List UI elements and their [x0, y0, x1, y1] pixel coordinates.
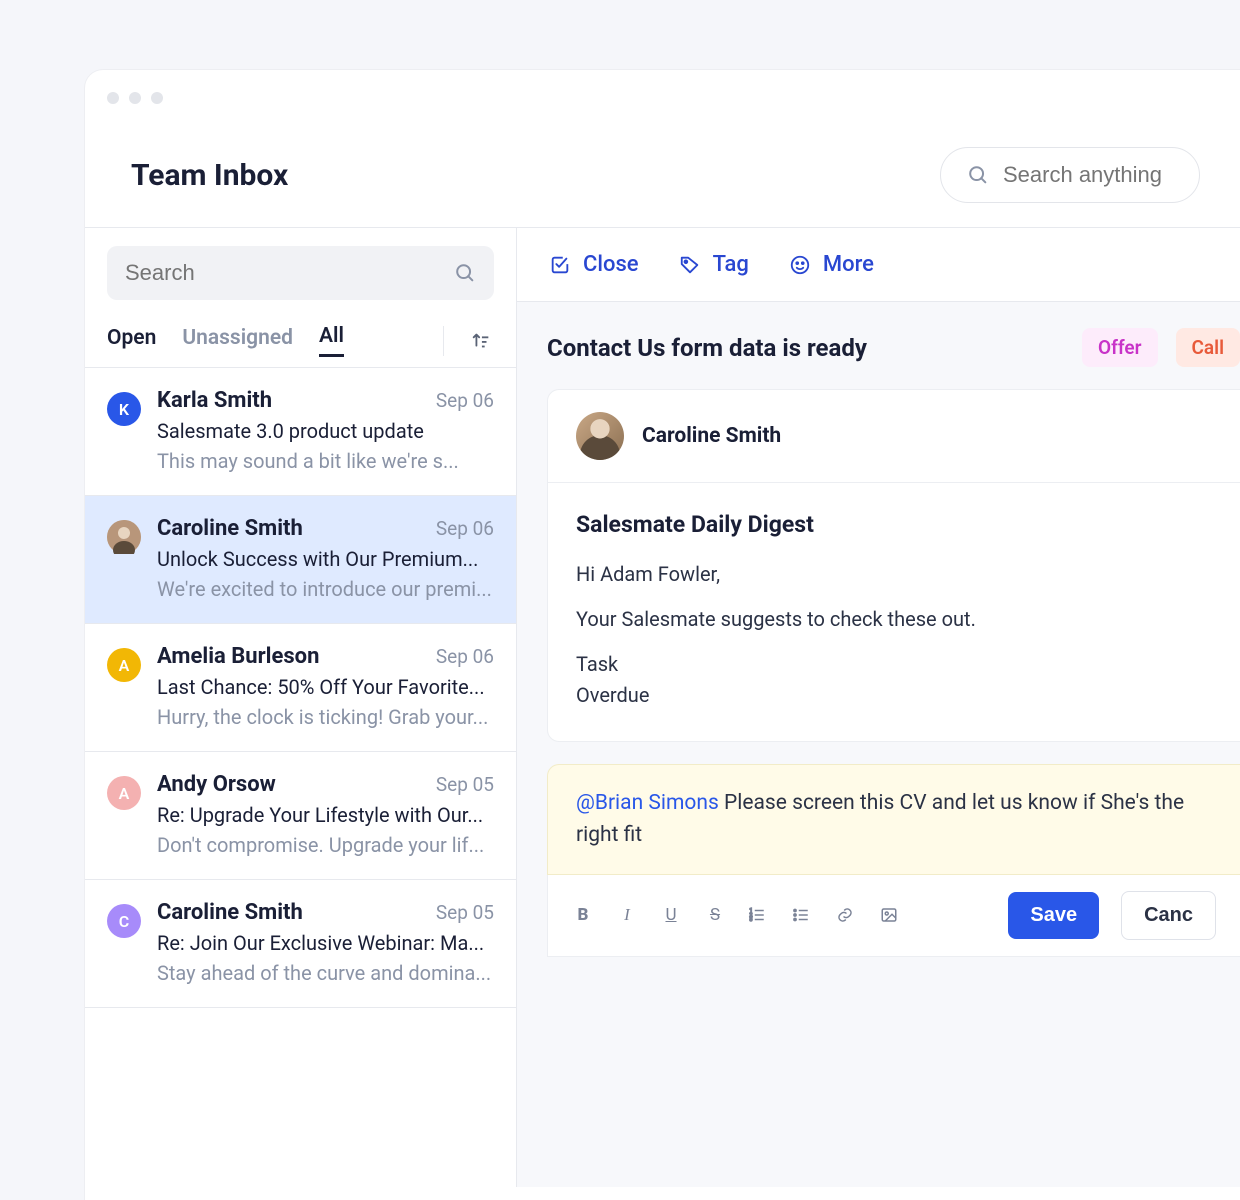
ordered-list-icon[interactable]: 123	[748, 906, 770, 924]
card-header: Caroline Smith	[548, 390, 1240, 483]
item-subject: Salesmate 3.0 product update	[157, 419, 494, 443]
body-title: Salesmate Daily Digest	[576, 507, 1212, 543]
tag-action[interactable]: Tag	[679, 252, 749, 277]
window-dot	[151, 92, 163, 104]
svg-text:3: 3	[750, 917, 753, 923]
item-subject: Re: Upgrade Your Lifestyle with Our...	[157, 803, 494, 827]
item-subject: Unlock Success with Our Premium...	[157, 547, 494, 571]
tag-call[interactable]: Call	[1176, 328, 1240, 367]
contact-name: Caroline Smith	[642, 424, 781, 448]
item-subject: Re: Join Our Exclusive Webinar: Ma...	[157, 931, 494, 955]
list-item[interactable]: C Caroline Smith Sep 05 Re: Join Our Excl…	[85, 880, 516, 1008]
item-date: Sep 06	[436, 517, 494, 540]
sort-button[interactable]	[470, 330, 492, 352]
list-item[interactable]: A Andy Orsow Sep 05 Re: Upgrade Your Life…	[85, 752, 516, 880]
underline-icon[interactable]: U	[660, 905, 682, 925]
save-button[interactable]: Save	[1008, 892, 1099, 939]
avatar: A	[107, 648, 141, 682]
italic-icon[interactable]: I	[616, 905, 638, 925]
subject-row: Contact Us form data is ready Offer Call	[547, 328, 1240, 367]
main: Open Unassigned All K Karla Smith Sep 06 …	[85, 227, 1240, 1187]
sender-name: Amelia Burleson	[157, 644, 319, 669]
image-icon[interactable]	[880, 906, 902, 924]
filter-row: Open Unassigned All	[85, 308, 516, 367]
cancel-button[interactable]: Canc	[1121, 891, 1216, 940]
item-preview: This may sound a bit like we're s...	[157, 449, 494, 473]
window-dot	[129, 92, 141, 104]
list-item[interactable]: Caroline Smith Sep 06 Unlock Success with…	[85, 496, 516, 624]
filter-tab-all[interactable]: All	[319, 324, 344, 357]
detail-pane: Close Tag More Contact Us form data is r…	[517, 228, 1240, 1187]
message-list: K Karla Smith Sep 06 Salesmate 3.0 produc…	[85, 367, 516, 1008]
avatar: K	[107, 392, 141, 426]
content-area: Contact Us form data is ready Offer Call…	[517, 302, 1240, 1187]
body-text: Hi Adam Fowler,	[576, 559, 1212, 590]
global-search-input[interactable]	[1003, 162, 1173, 188]
item-date: Sep 06	[436, 389, 494, 412]
tag-offer[interactable]: Offer	[1082, 328, 1157, 367]
link-icon[interactable]	[836, 906, 858, 924]
page-title: Team Inbox	[131, 158, 910, 193]
filter-tab-open[interactable]: Open	[107, 326, 156, 356]
item-preview: Hurry, the clock is ticking! Grab your..…	[157, 705, 494, 729]
avatar: C	[107, 904, 141, 938]
sidebar-search[interactable]	[107, 246, 494, 300]
bold-icon[interactable]: B	[572, 905, 594, 925]
sidebar-search-input[interactable]	[125, 260, 454, 286]
avatar: A	[107, 776, 141, 810]
body-text: Overdue	[576, 680, 1212, 711]
checkbox-icon	[549, 254, 571, 276]
sidebar: Open Unassigned All K Karla Smith Sep 06 …	[85, 228, 517, 1187]
list-item[interactable]: K Karla Smith Sep 06 Salesmate 3.0 produc…	[85, 368, 516, 496]
strikethrough-icon[interactable]: S	[704, 905, 726, 925]
sender-name: Caroline Smith	[157, 900, 303, 925]
sender-name: Karla Smith	[157, 388, 272, 413]
item-subject: Last Chance: 50% Off Your Favorite...	[157, 675, 494, 699]
note-card[interactable]: @Brian Simons Please screen this CV and …	[547, 764, 1240, 875]
window-titlebar	[85, 70, 1240, 125]
filter-tab-unassigned[interactable]: Unassigned	[182, 326, 293, 356]
list-item[interactable]: A Amelia Burleson Sep 06 Last Chance: 50%…	[85, 624, 516, 752]
message-card: Caroline Smith Salesmate Daily Digest Hi…	[547, 389, 1240, 742]
item-preview: We're excited to introduce our premi...	[157, 577, 494, 601]
body-text: Your Salesmate suggests to check these o…	[576, 604, 1212, 635]
avatar	[576, 412, 624, 460]
bullet-list-icon[interactable]	[792, 906, 814, 924]
tag-icon	[679, 254, 701, 276]
header: Team Inbox	[85, 125, 1240, 227]
close-action[interactable]: Close	[549, 252, 639, 277]
search-icon	[967, 164, 989, 186]
app-window: Team Inbox Open Unassigned All	[85, 70, 1240, 1200]
item-preview: Don't compromise. Upgrade your lif...	[157, 833, 494, 857]
composer-toolbar: B I U S 123 Save Canc	[547, 875, 1240, 957]
item-date: Sep 05	[436, 773, 494, 796]
more-action[interactable]: More	[789, 252, 874, 277]
search-icon	[454, 262, 476, 284]
window-dot	[107, 92, 119, 104]
item-date: Sep 06	[436, 645, 494, 668]
global-search[interactable]	[940, 147, 1200, 203]
card-body: Salesmate Daily Digest Hi Adam Fowler, Y…	[548, 483, 1240, 741]
mention[interactable]: @Brian Simons	[576, 791, 719, 815]
smile-icon	[789, 254, 811, 276]
sender-name: Caroline Smith	[157, 516, 303, 541]
body-text: Task	[576, 649, 1212, 680]
item-date: Sep 05	[436, 901, 494, 924]
detail-subject: Contact Us form data is ready	[547, 334, 1064, 362]
action-bar: Close Tag More	[517, 228, 1240, 302]
divider	[443, 326, 444, 356]
sender-name: Andy Orsow	[157, 772, 276, 797]
item-preview: Stay ahead of the curve and domina...	[157, 961, 494, 985]
avatar	[107, 520, 141, 554]
